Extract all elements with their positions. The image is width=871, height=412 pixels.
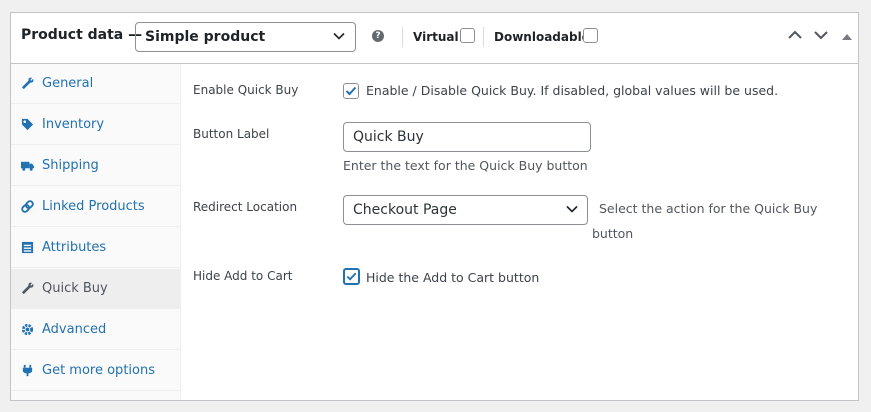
downloadable-label: Downloadable: xyxy=(494,30,595,44)
tab-label: Attributes xyxy=(42,240,107,255)
button-label-description: Enter the text for the Quick Buy button xyxy=(343,158,588,173)
tab-get-more-options[interactable]: Get more options xyxy=(11,351,180,391)
redirect-location-description-cont: button xyxy=(592,226,634,241)
tab-attributes[interactable]: Attributes xyxy=(11,228,180,268)
tab-linked-products[interactable]: Linked Products xyxy=(11,187,180,227)
button-label-label: Button Label xyxy=(193,127,270,141)
enable-quick-buy-label: Enable Quick Buy xyxy=(193,83,299,97)
tab-label: Linked Products xyxy=(42,199,145,214)
product-type-value: Simple product xyxy=(145,29,266,45)
tab-label: Get more options xyxy=(42,363,155,378)
help-icon[interactable]: ? xyxy=(372,30,384,42)
product-data-tabs: General Inventory Shipping Linked Produc… xyxy=(11,64,181,400)
tab-label: Quick Buy xyxy=(42,281,108,296)
truck-icon xyxy=(21,161,34,171)
tab-label: Inventory xyxy=(42,117,105,132)
hide-add-to-cart-text: Hide the Add to Cart button xyxy=(366,270,540,285)
downloadable-checkbox[interactable] xyxy=(583,28,598,43)
link-icon xyxy=(21,200,34,213)
tab-shipping[interactable]: Shipping xyxy=(11,146,180,186)
button-label-input[interactable]: Quick Buy xyxy=(343,122,591,152)
wrench-icon xyxy=(21,282,34,295)
move-down-icon[interactable] xyxy=(814,30,828,40)
wrench-icon xyxy=(21,77,34,90)
product-data-header: Product data — Simple product ? Virtual:… xyxy=(11,13,858,64)
move-up-icon[interactable] xyxy=(788,30,802,40)
panel-title: Product data — xyxy=(21,27,143,43)
checkmark-icon xyxy=(345,86,357,96)
tab-label: Shipping xyxy=(42,158,99,173)
virtual-checkbox[interactable] xyxy=(460,28,475,43)
redirect-location-value: Checkout Page xyxy=(353,202,457,218)
collapse-toggle-icon[interactable] xyxy=(842,33,852,40)
product-type-select[interactable]: Simple product xyxy=(135,22,356,52)
redirect-location-select[interactable]: Checkout Page xyxy=(343,195,588,225)
redirect-location-description: Select the action for the Quick Buy xyxy=(599,201,818,216)
enable-quick-buy-checkbox[interactable] xyxy=(343,83,359,99)
tab-inventory[interactable]: Inventory xyxy=(11,105,180,145)
chevron-down-icon xyxy=(333,32,345,40)
tag-icon xyxy=(21,118,34,131)
hide-add-to-cart-label: Hide Add to Cart xyxy=(193,269,293,283)
tab-label: Advanced xyxy=(42,322,107,337)
product-data-panel: Product data — Simple product ? Virtual:… xyxy=(10,12,859,401)
enable-quick-buy-text: Enable / Disable Quick Buy. If disabled,… xyxy=(366,83,779,98)
virtual-label: Virtual: xyxy=(413,30,464,44)
checkmark-icon xyxy=(346,272,357,281)
tab-quick-buy[interactable]: Quick Buy xyxy=(11,269,180,309)
gear-icon xyxy=(21,323,34,336)
plugin-icon xyxy=(22,364,33,377)
tab-label: General xyxy=(42,76,94,91)
tab-general[interactable]: General xyxy=(11,64,180,104)
tab-advanced[interactable]: Advanced xyxy=(11,310,180,350)
divider xyxy=(402,27,403,47)
hide-add-to-cart-checkbox[interactable] xyxy=(343,268,360,285)
redirect-location-label: Redirect Location xyxy=(193,200,298,214)
list-icon xyxy=(21,241,34,254)
divider xyxy=(483,27,484,47)
chevron-down-icon xyxy=(566,205,578,213)
